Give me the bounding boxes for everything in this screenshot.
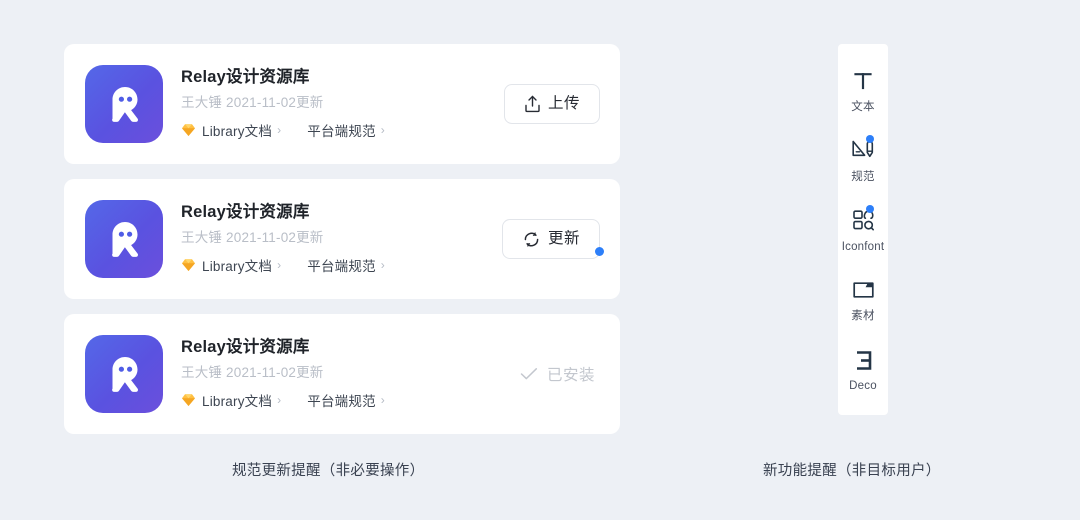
card-body: Relay设计资源库 王大锤 2021-11-02更新 Library文档 › … bbox=[163, 203, 470, 275]
update-button[interactable]: 更新 bbox=[501, 219, 600, 259]
toolbar-item-label: 文本 bbox=[851, 101, 875, 113]
toolbar-badge-dot bbox=[866, 134, 874, 143]
tag-label: 平台端规范 bbox=[307, 123, 376, 139]
iconfont-grid-icon bbox=[852, 204, 875, 236]
card-tag-row: Library文档 › 平台端规范 › bbox=[181, 120, 470, 140]
caption-right: 新功能提醒（非目标用户） bbox=[763, 463, 941, 479]
upload-button-label: 上传 bbox=[547, 95, 580, 113]
check-icon bbox=[520, 368, 538, 380]
card-body: Relay设计资源库 王大锤 2021-11-02更新 Library文档 › … bbox=[163, 68, 470, 140]
update-button-label: 更新 bbox=[547, 230, 580, 248]
spec-ruler-pen-icon bbox=[851, 134, 875, 166]
card-title: Relay设计资源库 bbox=[181, 338, 310, 356]
card-action-area: 已安装 bbox=[470, 363, 600, 385]
tag-label: 平台端规范 bbox=[307, 393, 376, 409]
sketch-diamond-icon bbox=[182, 259, 195, 271]
tag-library-doc[interactable]: Library文档 › bbox=[181, 390, 281, 410]
card-action-area: 上传 bbox=[470, 84, 600, 124]
chevron-right-icon: › bbox=[380, 392, 385, 407]
card-subtitle: 王大锤 2021-11-02更新 bbox=[181, 94, 324, 110]
installed-status: 已安装 bbox=[520, 363, 600, 385]
tag-label: Library文档 bbox=[202, 393, 273, 409]
installed-status-label: 已安装 bbox=[546, 367, 595, 384]
tag-library-doc[interactable]: Library文档 › bbox=[181, 255, 281, 275]
tag-platform-spec[interactable]: 平台端规范 › bbox=[307, 255, 385, 275]
toolbar-item-deco[interactable]: Deco bbox=[838, 345, 888, 399]
toolbar-item-iconfont[interactable]: Iconfont bbox=[838, 204, 888, 260]
toolbar-item-label: Iconfont bbox=[841, 240, 885, 253]
card-tag-row: Library文档 › 平台端规范 › bbox=[181, 390, 470, 410]
card-action-area: 更新 bbox=[470, 219, 604, 259]
deco-icon bbox=[853, 345, 874, 375]
card-title: Relay设计资源库 bbox=[181, 68, 310, 86]
chevron-right-icon: › bbox=[277, 257, 282, 272]
toolbar-item-spec[interactable]: 规范 bbox=[838, 134, 888, 190]
toolbar-item-label: 素材 bbox=[851, 310, 875, 323]
toolbar-item-label: 规范 bbox=[851, 170, 875, 183]
card-tag-row: Library文档 › 平台端规范 › bbox=[181, 255, 470, 275]
toolbar-item-text[interactable]: 文本 bbox=[838, 66, 888, 120]
toolbar-item-material[interactable]: 素材 bbox=[838, 275, 888, 329]
relay-app-icon bbox=[85, 65, 163, 143]
card-body: Relay设计资源库 王大锤 2021-11-02更新 Library文档 › … bbox=[163, 338, 470, 410]
resource-card[interactable]: Relay设计资源库 王大锤 2021-11-02更新 Library文档 › … bbox=[64, 314, 620, 434]
resource-card-list: Relay设计资源库 王大锤 2021-11-02更新 Library文档 › … bbox=[64, 44, 620, 434]
chevron-right-icon: › bbox=[277, 122, 282, 137]
tag-label: 平台端规范 bbox=[307, 258, 376, 274]
sketch-diamond-icon bbox=[182, 394, 195, 406]
refresh-icon bbox=[524, 231, 539, 247]
sketch-diamond-icon bbox=[182, 124, 195, 136]
tag-platform-spec[interactable]: 平台端规范 › bbox=[307, 390, 385, 410]
upload-icon bbox=[525, 95, 540, 113]
tag-label: Library文档 bbox=[202, 258, 273, 274]
card-title: Relay设计资源库 bbox=[181, 203, 310, 221]
tag-label: Library文档 bbox=[202, 123, 273, 139]
resource-card[interactable]: Relay设计资源库 王大锤 2021-11-02更新 Library文档 › … bbox=[64, 44, 620, 164]
upload-button[interactable]: 上传 bbox=[503, 84, 600, 124]
relay-app-icon bbox=[85, 200, 163, 278]
chevron-right-icon: › bbox=[277, 392, 282, 407]
text-tool-icon bbox=[852, 66, 874, 96]
card-subtitle: 王大锤 2021-11-02更新 bbox=[181, 229, 324, 245]
tag-platform-spec[interactable]: 平台端规范 › bbox=[307, 120, 385, 140]
tag-library-doc[interactable]: Library文档 › bbox=[181, 120, 281, 140]
caption-left: 规范更新提醒（非必要操作） bbox=[232, 463, 425, 479]
chevron-right-icon: › bbox=[380, 122, 385, 137]
resource-card[interactable]: Relay设计资源库 王大锤 2021-11-02更新 Library文档 › … bbox=[64, 179, 620, 299]
toolbar-badge-dot bbox=[865, 204, 874, 213]
right-toolbar: 文本 规范 Iconfont 素材 Deco bbox=[838, 44, 888, 415]
folder-icon bbox=[852, 275, 875, 305]
relay-app-icon bbox=[85, 335, 163, 413]
chevron-right-icon: › bbox=[380, 257, 385, 272]
update-badge-dot bbox=[595, 247, 604, 256]
card-subtitle: 王大锤 2021-11-02更新 bbox=[181, 364, 324, 380]
toolbar-item-label: Deco bbox=[849, 380, 877, 393]
